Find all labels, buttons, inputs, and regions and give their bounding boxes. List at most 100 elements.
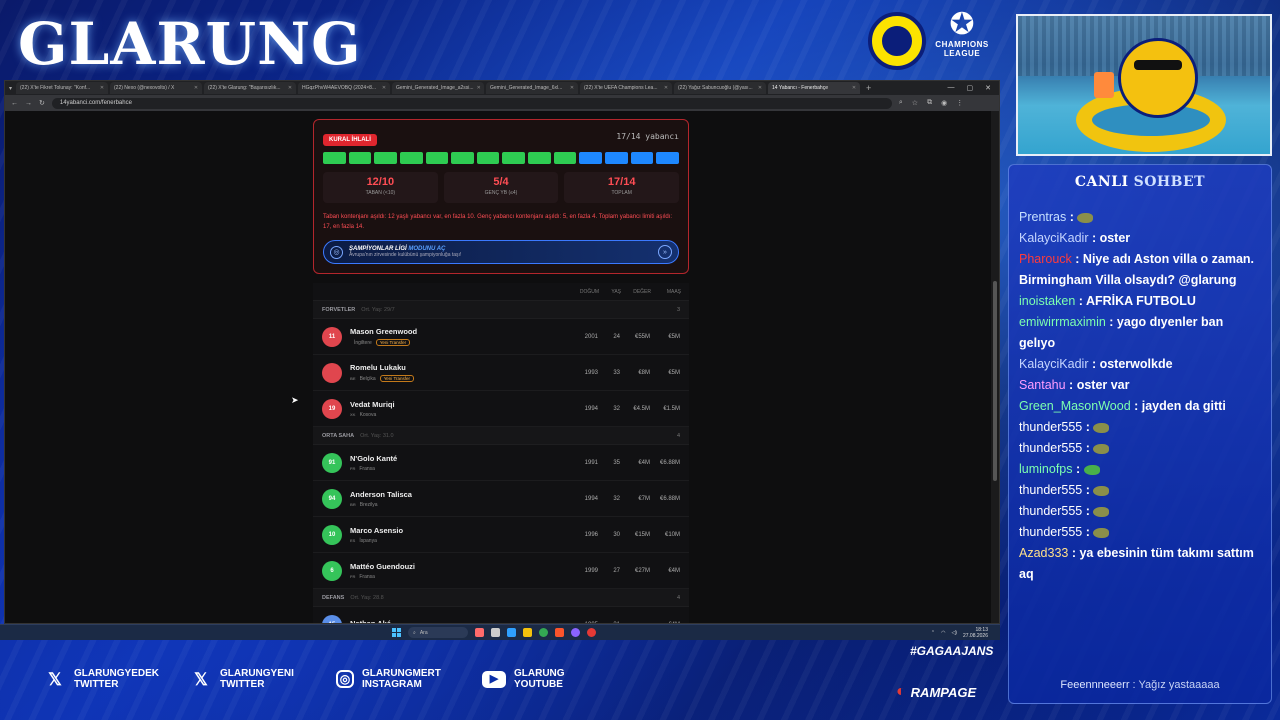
- zoom-icon[interactable]: ⌕: [899, 99, 903, 107]
- edge-icon[interactable]: [507, 628, 516, 637]
- close-tab-icon[interactable]: ✕: [288, 85, 292, 91]
- section-forwards[interactable]: FORVETLER Ort. Yaş: 29/7 3: [313, 301, 689, 319]
- player-row[interactable]: 91 N'Golo Kanté FR Fransa 1991 35 €4M €6.88M: [313, 445, 689, 481]
- tab-strip: ▾ (22) X'te Fikret Tolunay: "Konf... ✕ (22…: [5, 81, 999, 95]
- player-birth: 1994: [584, 495, 598, 502]
- hashtag: #GAGAAJANS: [910, 644, 994, 658]
- browser-tab[interactable]: 14 Yabancı - Fenerbahçe ✕: [768, 82, 861, 94]
- url-field[interactable]: 14yabanci.com/fenerbahce: [51, 97, 892, 109]
- player-row[interactable]: 19 Vedat Muriqi XK Kosova 1994 32 €4.5M €1.5M: [313, 391, 689, 427]
- browser-tab[interactable]: (22) X'te UEFA Champions Lea... ✕: [580, 82, 673, 94]
- browser-tab[interactable]: Gemini_Generated_Image_6xl... ✕: [486, 82, 579, 94]
- close-tab-icon[interactable]: ✕: [382, 85, 386, 91]
- bookmark-star-icon[interactable]: ☆: [912, 99, 918, 107]
- maximize-icon[interactable]: ▢: [967, 84, 974, 92]
- quota-stat: 12/10 TABAN (<10): [323, 172, 438, 203]
- champions-league-mode-button[interactable]: ◎ ŞAMPİYONLAR LİGİ MODUNU AÇ Avrupa'nın …: [323, 240, 679, 264]
- chat-message: Green_MasonWood : jayden da gitti: [1019, 399, 1226, 413]
- streamer-camera: [1016, 14, 1272, 156]
- minimize-icon[interactable]: —: [948, 84, 955, 92]
- player-info: N'Golo Kanté FR Fransa: [350, 454, 566, 472]
- close-tab-icon[interactable]: ✕: [758, 85, 762, 91]
- file-explorer-icon[interactable]: [523, 628, 532, 637]
- chat-message: thunder555 :: [1019, 417, 1261, 438]
- jersey-number: 15: [322, 614, 342, 623]
- tab-label: HGqzPhvW4AEVOBQ (2024×8...: [302, 85, 377, 91]
- player-country: XK Kosova: [350, 412, 566, 418]
- tab-label: 14 Yabancı - Fenerbahçe: [772, 85, 828, 91]
- x-icon: 𝕏: [194, 669, 208, 689]
- quota-segment: [451, 152, 474, 164]
- volume-icon[interactable]: ◁): [951, 630, 957, 636]
- player-info: Anderson Talisca BR Brezilya: [350, 490, 566, 508]
- tab-menu-icon[interactable]: ▾: [9, 85, 12, 92]
- clock[interactable]: 18:13 27.08.2026: [963, 627, 988, 639]
- social-handle: GLARUNGMERT: [362, 668, 441, 679]
- player-row[interactable]: 6 Mattéo Guendouzi FR Fransa 1999 27 €27M €4M: [313, 553, 689, 589]
- close-tab-icon[interactable]: ✕: [664, 85, 668, 91]
- close-tab-icon[interactable]: ✕: [100, 85, 104, 91]
- chat-emote-icon: [1077, 212, 1094, 223]
- streamer-logo: GLARUNG: [18, 10, 362, 78]
- chat-username: inoistaken: [1019, 294, 1076, 308]
- extensions-icon[interactable]: ⧉: [927, 99, 932, 107]
- quota-segment: [425, 152, 449, 164]
- profile-icon[interactable]: ◉: [941, 99, 947, 107]
- section-defense[interactable]: DEFANS Ort. Yaş: 28.8 4: [313, 589, 689, 607]
- player-value: €15M: [634, 531, 650, 538]
- player-name: Nathan Aké: [350, 618, 391, 624]
- chat-text: AFRİKA FUTBOLU: [1085, 294, 1196, 308]
- country-flag-icon: BR: [350, 502, 356, 507]
- browser-tab[interactable]: (22) Yağız Sabuncuoğlu (@yası... ✕: [674, 82, 767, 94]
- browser-tab[interactable]: Gemini_Generated_Image_a2ssi... ✕: [392, 82, 485, 94]
- app-icon[interactable]: [571, 628, 580, 637]
- chat-emote-icon: [1093, 527, 1110, 538]
- chat-message: thunder555 :: [1019, 438, 1261, 459]
- back-icon[interactable]: ←: [11, 100, 18, 107]
- chevron-right-icon: »: [658, 245, 672, 259]
- widget-icon[interactable]: [475, 628, 484, 637]
- browser-tab[interactable]: (22) X'te Glarung: "Başarısızlık... ✕: [204, 82, 297, 94]
- quota-segment: [502, 152, 526, 164]
- close-tab-icon[interactable]: ✕: [852, 85, 856, 91]
- new-transfer-badge: Yeni Transfer: [375, 339, 411, 346]
- taskbar-search[interactable]: ⌕ Ara: [408, 627, 468, 638]
- chat-message: Prentras :: [1019, 207, 1261, 228]
- chrome-icon[interactable]: [539, 628, 548, 637]
- player-name: Romelu Lukaku: [350, 363, 406, 372]
- country-name: Kosova: [359, 411, 377, 418]
- task-view-icon[interactable]: [491, 628, 500, 637]
- player-row[interactable]: 10 Marco Asensio ES İspanya 1996 30 €15M €10M: [313, 517, 689, 553]
- player-wage: €4M: [650, 622, 680, 624]
- new-tab-button[interactable]: +: [866, 83, 871, 93]
- player-birth: 1991: [584, 459, 598, 466]
- browser-tab[interactable]: (22) Nexo (@nexovolts) / X ✕: [110, 82, 203, 94]
- close-window-icon[interactable]: ✕: [985, 84, 991, 92]
- page-scrollbar[interactable]: [991, 111, 999, 623]
- player-row[interactable]: 15 Nathan Aké 199531–€4M: [313, 607, 689, 623]
- player-row[interactable]: 11 Mason Greenwood İngiltere Yeni Transfer 2…: [313, 319, 689, 355]
- forward-icon[interactable]: →: [25, 100, 32, 107]
- player-row[interactable]: Romelu Lukaku BE Belçika Yeni Transfer 1993 3…: [313, 355, 689, 391]
- obs-icon[interactable]: [587, 628, 596, 637]
- reload-icon[interactable]: ↻: [39, 99, 45, 107]
- close-tab-icon[interactable]: ✕: [570, 85, 574, 91]
- social-text: GLARUNGMERT INSTAGRAM: [362, 668, 441, 690]
- foreign-ratio: 17/14 yabancı: [616, 132, 679, 141]
- browser-tab[interactable]: (22) X'te Fikret Tolunay: "Konf... ✕: [16, 82, 109, 94]
- browser-tab[interactable]: HGqzPhvW4AEVOBQ (2024×8... ✕: [298, 82, 391, 94]
- stat-label: TOPLAM: [611, 190, 632, 196]
- wifi-icon[interactable]: ◠: [941, 630, 945, 636]
- close-tab-icon[interactable]: ✕: [194, 85, 198, 91]
- violation-message: Taban kontenjanı aşıldı: 12 yaşlı yabanc…: [323, 214, 673, 230]
- close-tab-icon[interactable]: ✕: [477, 85, 481, 91]
- tray-chevron-icon[interactable]: ⌃: [931, 630, 935, 636]
- chat-message: thunder555 :: [1019, 480, 1261, 501]
- brave-icon[interactable]: [555, 628, 564, 637]
- player-row[interactable]: 94 Anderson Talisca BR Brezilya 1994 32 €7M €6.…: [313, 481, 689, 517]
- tab-label: (22) Yağız Sabuncuoğlu (@yası...: [678, 85, 753, 91]
- start-button-icon[interactable]: [392, 628, 401, 637]
- menu-dots-icon[interactable]: ⋮: [956, 99, 963, 107]
- quota-segment: [553, 152, 577, 164]
- section-midfield[interactable]: ORTA SAHA Ort. Yaş: 31.0 4: [313, 427, 689, 445]
